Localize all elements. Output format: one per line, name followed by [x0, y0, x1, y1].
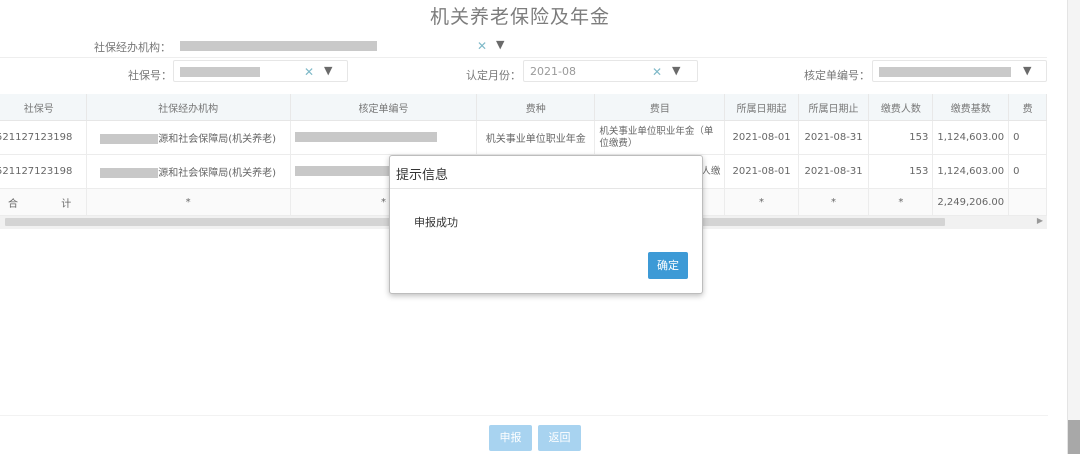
- redacted-value: [100, 168, 159, 178]
- clear-icon[interactable]: ✕: [477, 39, 487, 53]
- total-label-cell: 合 计: [0, 188, 87, 216]
- submit-button[interactable]: 申报: [489, 425, 532, 451]
- chevron-down-icon[interactable]: ▼: [1023, 64, 1031, 77]
- agency-select[interactable]: ✕ ▼: [173, 34, 523, 56]
- dialog-message: 申报成功: [414, 216, 458, 229]
- alert-dialog: 提示信息 申报成功 确定: [389, 155, 703, 294]
- column-header[interactable]: 社保号: [0, 94, 87, 121]
- month-select[interactable]: 2021-08 ✕ ▼: [523, 60, 698, 82]
- column-header[interactable]: 缴费人数: [868, 94, 934, 121]
- total-label-1: 合: [8, 198, 18, 210]
- page-edge: [1048, 0, 1068, 454]
- month-value: 2021-08: [530, 65, 576, 78]
- column-header[interactable]: 社保经办机构: [86, 94, 291, 121]
- agency-text: 源和社会保障局(机关养老): [158, 134, 277, 145]
- table-row[interactable]: 521127123198 源和社会保障局(机关养老) 机关事业单位职业年金 机关…: [0, 120, 1047, 155]
- agency-cell: 源和社会保障局(机关养老): [86, 154, 291, 189]
- page-title: 机关养老保险及年金: [429, 6, 610, 28]
- agency-cell: 源和社会保障局(机关养老): [86, 120, 291, 155]
- redacted-value: [294, 132, 437, 142]
- si-number-cell: 521127123198: [0, 120, 87, 155]
- column-header[interactable]: 核定单编号: [290, 94, 478, 121]
- agency-label: 社保经办机构：: [94, 41, 171, 54]
- month-label: 认定月份：: [466, 69, 521, 82]
- back-button[interactable]: 返回: [538, 425, 581, 451]
- redacted-value: [180, 41, 377, 51]
- total-date-to-cell: *: [798, 188, 870, 216]
- date-to-cell: 2021-08-31: [798, 120, 870, 155]
- ok-button[interactable]: 确定: [648, 252, 688, 279]
- column-header[interactable]: 缴费基数: [932, 94, 1010, 121]
- filter-row-2: 社保号： ✕ ▼ 认定月份： 2021-08 ✕ ▼ 核定单编号： ▼: [0, 57, 1047, 87]
- column-header[interactable]: 费: [1008, 94, 1047, 121]
- divider: [0, 415, 1067, 416]
- chevron-down-icon[interactable]: ▼: [324, 64, 332, 77]
- total-label-2: 计: [61, 198, 72, 210]
- si-number-label: 社保号：: [128, 69, 172, 82]
- checkno-cell: [290, 120, 478, 155]
- total-date-from-cell: *: [724, 188, 799, 216]
- column-header[interactable]: 所属日期起: [724, 94, 799, 121]
- dialog-title: 提示信息: [396, 168, 449, 183]
- extra-cell: 0: [1008, 120, 1047, 155]
- agency-text: 源和社会保障局(机关养老): [158, 168, 277, 179]
- column-header[interactable]: 费目: [594, 94, 726, 121]
- total-count-cell: *: [868, 188, 934, 216]
- redacted-value: [180, 67, 260, 77]
- clear-icon[interactable]: ✕: [652, 65, 662, 79]
- base-cell: 1,124,603.00: [932, 154, 1010, 189]
- si-number-cell: 521127123198: [0, 154, 87, 189]
- redacted-value: [879, 67, 1011, 77]
- base-cell: 1,124,603.00: [932, 120, 1010, 155]
- count-cell: 153: [868, 154, 934, 189]
- redacted-value: [100, 134, 159, 144]
- vertical-scrollbar[interactable]: [1067, 0, 1080, 454]
- dialog-header: 提示信息: [390, 156, 702, 189]
- checkno-label: 核定单编号：: [804, 69, 870, 82]
- table-header-row: 社保号 社保经办机构 核定单编号 费种 费目 所属日期起 所属日期止 缴费人数 …: [0, 94, 1047, 121]
- date-to-cell: 2021-08-31: [798, 154, 870, 189]
- fee-item-cell: 机关事业单位职业年金（单位缴费）: [594, 120, 726, 155]
- total-extra-cell: [1008, 188, 1047, 216]
- clear-icon[interactable]: ✕: [304, 65, 314, 79]
- checkno-select[interactable]: ▼: [872, 60, 1047, 82]
- date-from-cell: 2021-08-01: [724, 154, 799, 189]
- column-header[interactable]: 费种: [476, 94, 596, 121]
- redacted-value: [294, 166, 395, 176]
- column-header[interactable]: 所属日期止: [798, 94, 870, 121]
- fee-type-cell: 机关事业单位职业年金: [476, 120, 596, 155]
- total-base-cell: 2,249,206.00: [932, 188, 1010, 216]
- filter-row-1: 社保经办机构： ✕ ▼: [0, 33, 1047, 58]
- chevron-down-icon[interactable]: ▼: [672, 64, 680, 77]
- total-agency-cell: *: [86, 188, 291, 216]
- scroll-right-icon[interactable]: ▶: [1037, 216, 1043, 225]
- chevron-down-icon[interactable]: ▼: [496, 38, 504, 51]
- count-cell: 153: [868, 120, 934, 155]
- scrollbar-thumb[interactable]: [1068, 420, 1080, 454]
- date-from-cell: 2021-08-01: [724, 120, 799, 155]
- extra-cell: 0: [1008, 154, 1047, 189]
- si-number-select[interactable]: ✕ ▼: [173, 60, 348, 82]
